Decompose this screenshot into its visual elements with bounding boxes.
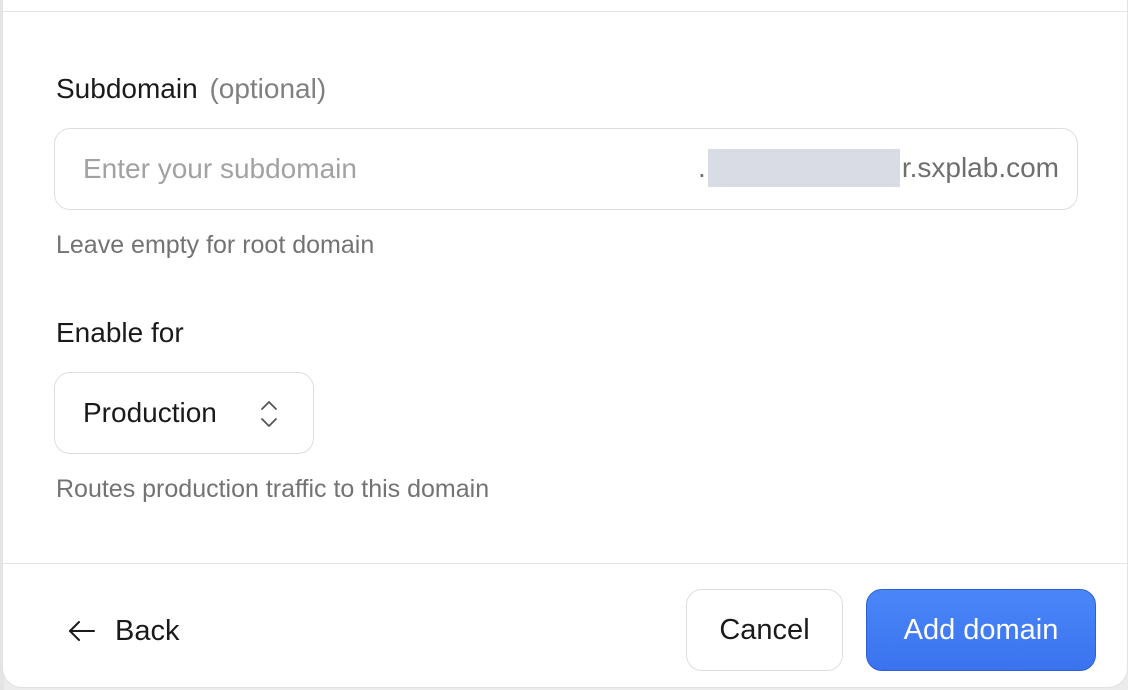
enable-for-help-text: Routes production traffic to this domain [56, 475, 490, 503]
optional-hint: (optional) [209, 73, 327, 104]
arrow-left-icon [69, 621, 95, 641]
redacted-block [707, 149, 900, 187]
add-domain-dialog: Subdomain (optional) . r.sxplab.com Leav… [2, 0, 1128, 688]
header-divider [3, 11, 1127, 12]
suffix-domain: r.sxplab.com [901, 152, 1059, 183]
subdomain-input[interactable] [83, 147, 643, 191]
chevron-up-down-icon [261, 401, 277, 427]
environment-select[interactable]: Production [54, 372, 314, 454]
suffix-dot: . [698, 152, 706, 183]
environment-select-value: Production [83, 397, 217, 428]
back-button-label: Back [115, 614, 180, 647]
subdomain-label: Subdomain (optional) [56, 73, 326, 105]
footer-divider [3, 563, 1127, 564]
enable-for-label: Enable for [56, 317, 184, 348]
cancel-button[interactable]: Cancel [686, 589, 843, 671]
subdomain-label-text: Subdomain [56, 73, 198, 104]
add-domain-button[interactable]: Add domain [866, 589, 1096, 671]
back-button[interactable]: Back [67, 609, 179, 653]
subdomain-field[interactable]: . r.sxplab.com [54, 128, 1078, 210]
domain-suffix: . r.sxplab.com [698, 149, 1059, 187]
subdomain-help-text: Leave empty for root domain [56, 231, 375, 259]
